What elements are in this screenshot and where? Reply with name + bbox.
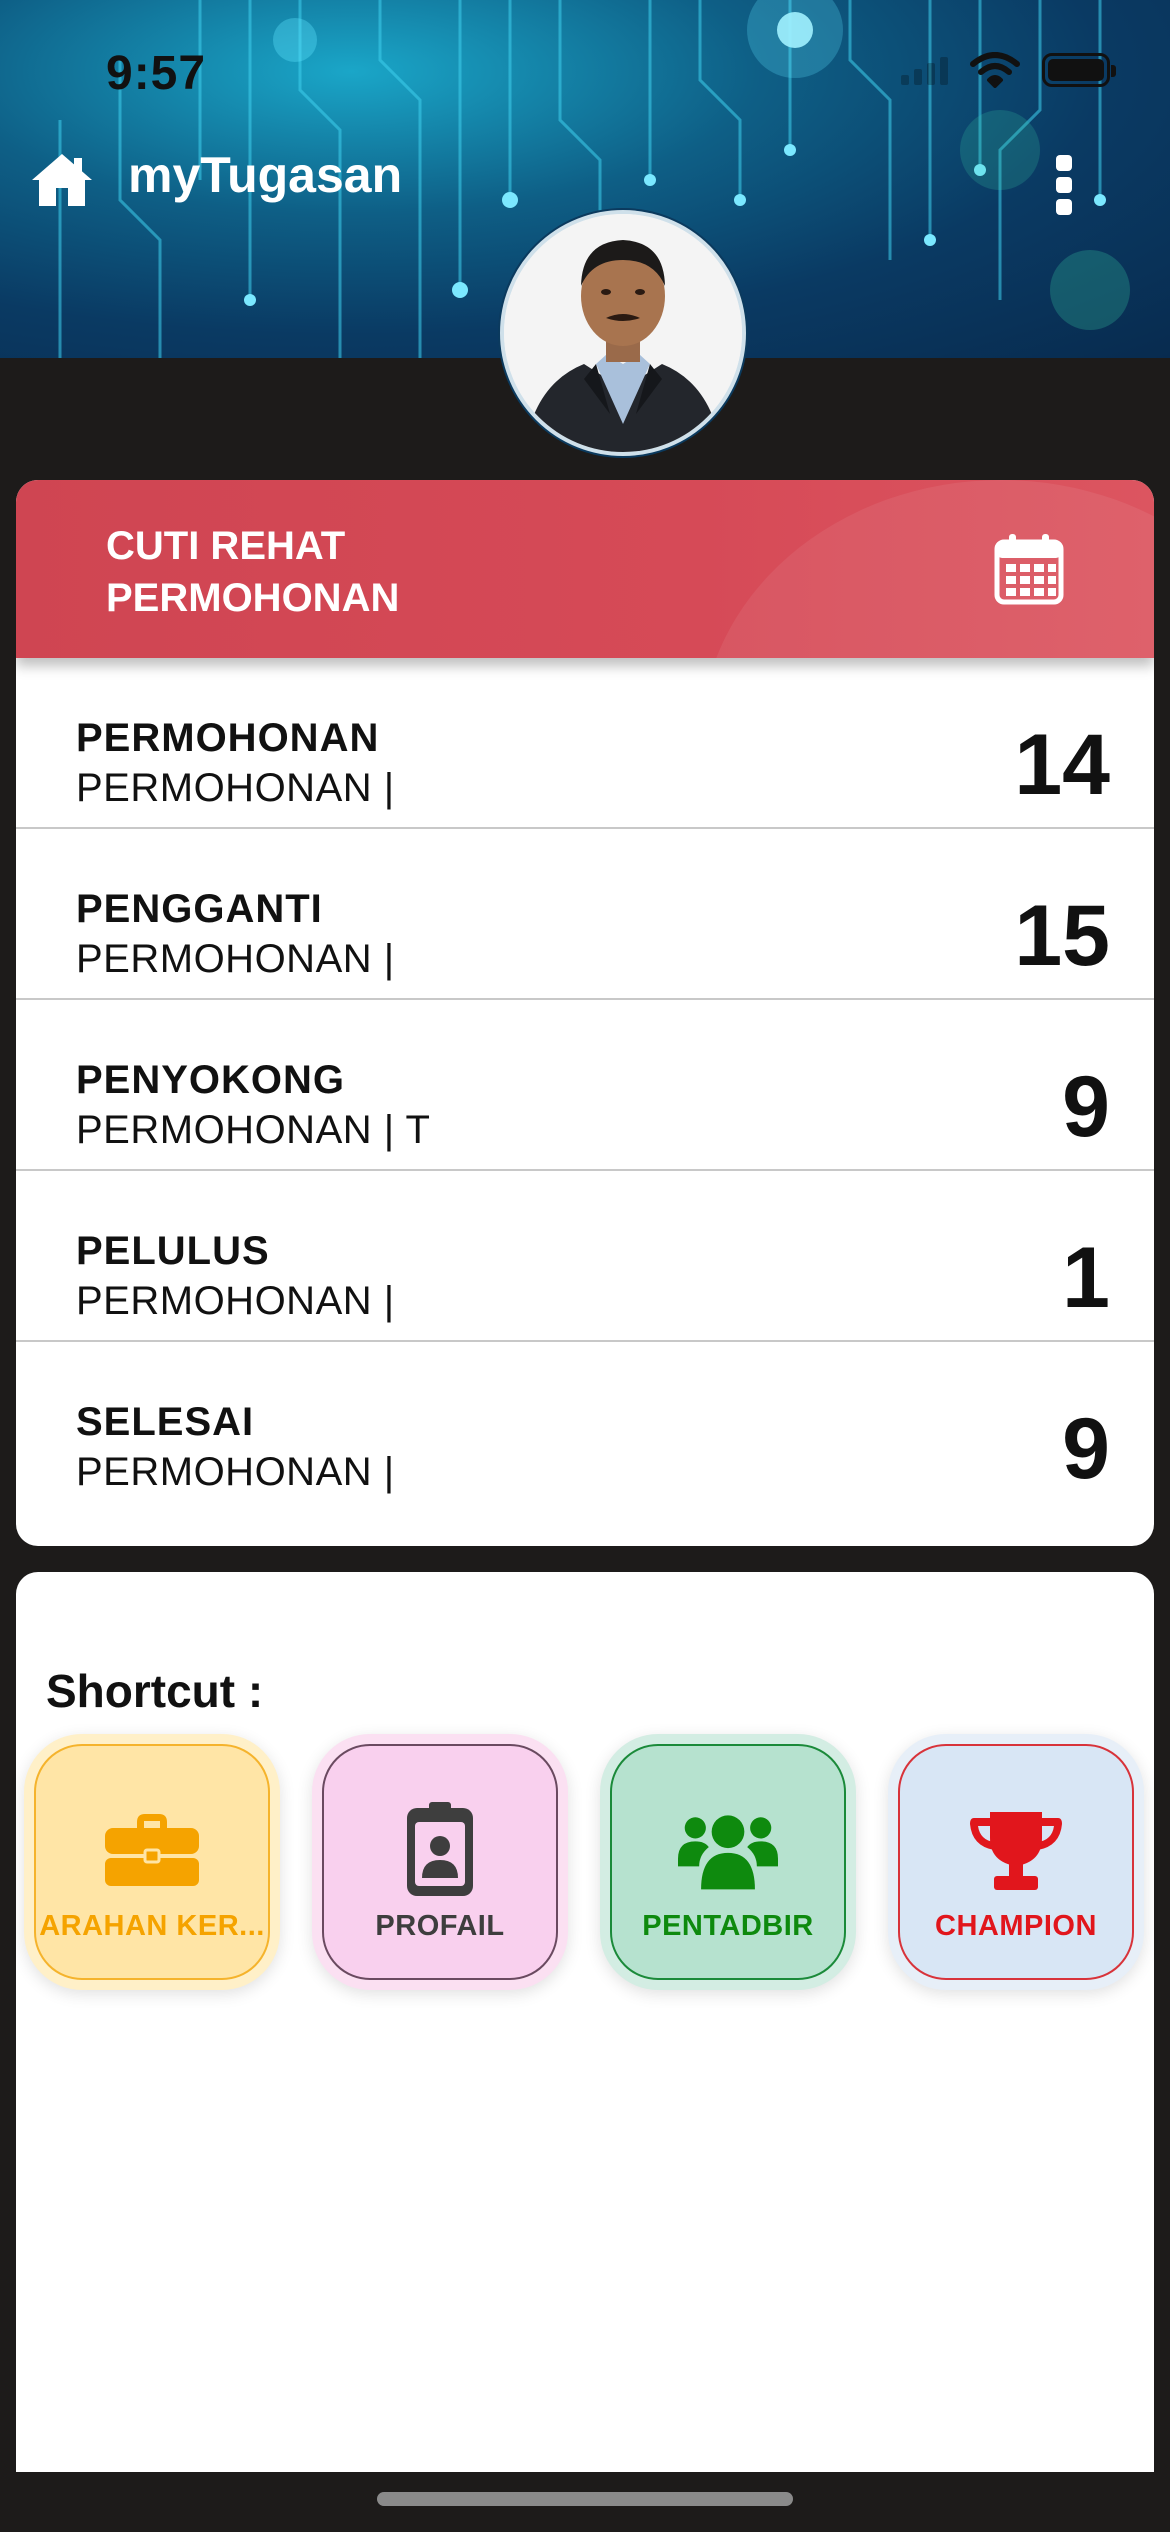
leave-row-pelulus[interactable]: PELULUS PERMOHONAN | 1: [16, 1171, 1154, 1342]
home-indicator[interactable]: [377, 2492, 793, 2506]
id-badge-icon: [390, 1802, 490, 1896]
shortcut-title: Shortcut :: [46, 1665, 264, 1717]
leave-status-list: PERMOHONAN PERMOHONAN | 14 PENGGANTI PER…: [16, 658, 1154, 1513]
leave-row-pengganti[interactable]: PENGGANTI PERMOHONAN | 15: [16, 829, 1154, 1000]
row-label: SELESAI: [76, 1400, 255, 1444]
shortcut-pentadbir-button[interactable]: PENTADBIR: [600, 1734, 856, 1990]
leave-row-permohonan[interactable]: PERMOHONAN PERMOHONAN | 14: [16, 658, 1154, 829]
app-title: myTugasan: [128, 147, 403, 203]
avatar-photo: [504, 214, 742, 452]
row-label: PELULUS: [76, 1229, 270, 1273]
row-sublabel: PERMOHONAN |: [76, 1450, 395, 1494]
row-count: 1: [1062, 1230, 1110, 1326]
status-icons: [901, 52, 1116, 88]
row-sublabel: PERMOHONAN |: [76, 937, 395, 981]
battery-icon: [1042, 53, 1116, 87]
status-time: 9:57: [106, 47, 207, 100]
leave-summary-card: CUTI REHAT PERMOHONAN PERMOHONAN PERMOHO…: [16, 480, 1154, 1546]
users-icon: [678, 1804, 778, 1896]
calendar-icon: [994, 534, 1064, 605]
shortcut-label: ARAHAN KER...: [39, 1910, 265, 1942]
trophy-icon: [966, 1804, 1066, 1896]
row-count: 14: [1014, 717, 1110, 813]
shortcut-arahan-kerja-button[interactable]: ARAHAN KER...: [24, 1734, 280, 1990]
row-sublabel: PERMOHONAN |: [76, 1279, 395, 1323]
shortcut-label: CHAMPION: [935, 1910, 1097, 1942]
wifi-icon: [970, 52, 1020, 88]
row-count: 9: [1062, 1059, 1110, 1155]
row-label: PENYOKONG: [76, 1058, 346, 1102]
cellular-signal-icon: [901, 55, 948, 85]
shortcut-label: PROFAIL: [375, 1910, 505, 1942]
row-sublabel: PERMOHONAN | T: [76, 1108, 431, 1152]
more-menu-icon[interactable]: [1050, 155, 1078, 215]
leave-card-title: CUTI REHAT PERMOHONAN: [106, 524, 400, 620]
row-count: 9: [1062, 1401, 1110, 1497]
shortcut-label: PENTADBIR: [642, 1910, 814, 1942]
shortcut-panel: Shortcut : ARAHAN KER... PROFAIL PENTADB…: [16, 1572, 1154, 2472]
shortcut-champion-button[interactable]: CHAMPION: [888, 1734, 1144, 1990]
row-label: PENGGANTI: [76, 887, 323, 931]
leave-row-penyokong[interactable]: PENYOKONG PERMOHONAN | T 9: [16, 1000, 1154, 1171]
row-sublabel: PERMOHONAN |: [76, 766, 395, 810]
row-count: 15: [1014, 888, 1110, 984]
briefcase-icon: [102, 1804, 202, 1896]
status-bar: 9:57: [0, 0, 1170, 140]
profile-avatar[interactable]: [500, 210, 746, 456]
shortcut-profail-button[interactable]: PROFAIL: [312, 1734, 568, 1990]
row-label: PERMOHONAN: [76, 716, 380, 760]
leave-row-selesai[interactable]: SELESAI PERMOHONAN | 9: [16, 1342, 1154, 1513]
home-icon[interactable]: [30, 150, 94, 210]
leave-card-header[interactable]: CUTI REHAT PERMOHONAN: [16, 480, 1154, 658]
